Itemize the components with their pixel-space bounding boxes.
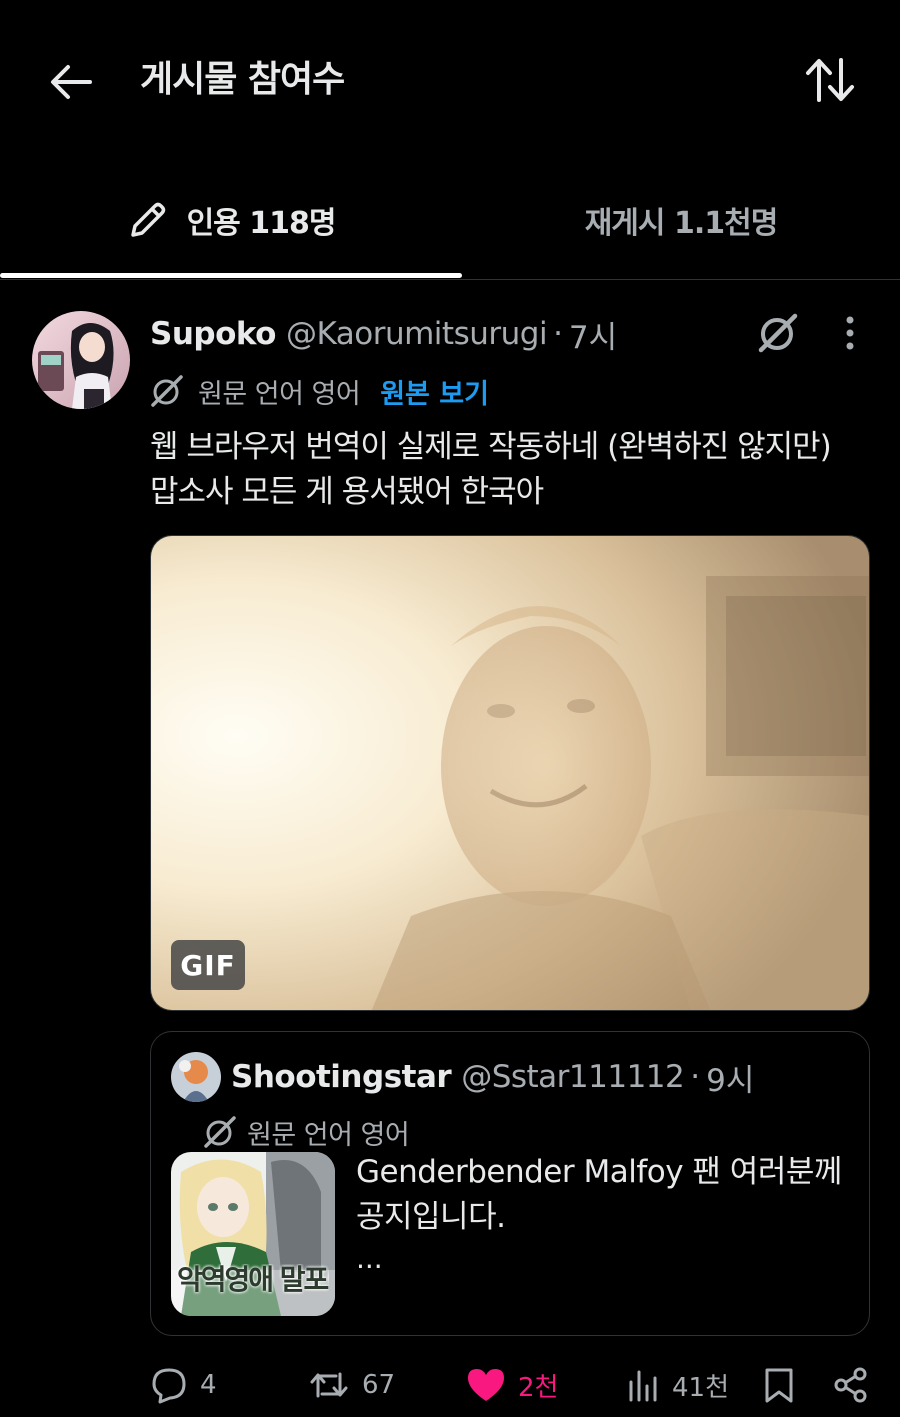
post-time[interactable]: 7시 [569, 312, 617, 357]
more-options-button[interactable] [832, 309, 868, 357]
page-title: 게시물 참여수 [140, 59, 345, 100]
quote-post[interactable]: Supoko @Kaorumitsurugi · 7시 원문 언어 영어 원본 … [0, 281, 900, 1417]
quoted-display-name: Shootingstar [231, 1059, 452, 1095]
gif-badge: GIF [171, 940, 245, 990]
tab-quotes[interactable]: 인용 118명 [0, 160, 462, 280]
views-count: 41천 [672, 1372, 730, 1403]
bookmark-button[interactable] [762, 1361, 808, 1409]
quoted-text-truncation: ... [356, 1242, 383, 1275]
quoted-translation-language: 원문 언어 영어 [247, 1119, 410, 1151]
quoted-post-card[interactable]: Shootingstar @Sstar111112 · 9시 원문 언어 영어 [150, 1031, 870, 1336]
author-display-name[interactable]: Supoko [150, 316, 276, 352]
quoted-avatar-image [171, 1052, 221, 1102]
arrow-left-icon [51, 65, 92, 99]
author-handle[interactable]: @Kaorumitsurugi [286, 316, 548, 352]
post-text: 웹 브라우저 번역이 실제로 작동하네 (완벽하진 않지만) 맙소사 모든 게 … [150, 429, 832, 510]
bookmark-icon [765, 1368, 793, 1403]
quoted-post-time: 9시 [706, 1062, 755, 1099]
engagement-tabs: 인용 118명 재게시 1.1천명 [0, 160, 900, 280]
active-tab-indicator [0, 273, 462, 278]
post-header: Supoko @Kaorumitsurugi · 7시 [150, 311, 617, 357]
sort-button[interactable] [800, 52, 860, 108]
quoted-translation-notice: 원문 언어 영어 [203, 1110, 410, 1154]
more-vertical-icon [846, 316, 854, 350]
repost-icon [310, 1372, 348, 1398]
pencil-icon [130, 202, 165, 237]
separator-dot: · [553, 316, 563, 352]
views-chart-icon [629, 1370, 657, 1402]
back-button[interactable] [44, 56, 96, 108]
views-button[interactable]: 41천 [626, 1361, 729, 1409]
like-count: 2천 [518, 1372, 559, 1403]
quoted-thumbnail[interactable]: 악역영애 말포이 [171, 1152, 335, 1316]
reply-count: 4 [200, 1370, 217, 1400]
quoted-thumbnail-caption: 악역영애 말포이 [177, 1264, 329, 1296]
grok-icon [758, 313, 798, 353]
reply-icon [152, 1368, 186, 1404]
post-actions: 4 67 2천 41천 [150, 1361, 870, 1409]
grok-button[interactable] [754, 309, 802, 357]
reply-button[interactable]: 4 [150, 1361, 217, 1409]
top-app-bar: 게시물 참여수 [0, 0, 900, 160]
avatar-image [32, 311, 130, 409]
tab-reposts-label: 재게시 1.1천명 [584, 206, 779, 241]
like-button[interactable]: 2천 [466, 1361, 558, 1409]
quoted-handle: @Sstar111112 [461, 1059, 685, 1095]
gif-media[interactable]: GIF [150, 535, 870, 1011]
heart-filled-icon [468, 1369, 504, 1401]
gif-image [151, 536, 869, 1010]
tab-reposts[interactable]: 재게시 1.1천명 [462, 160, 900, 280]
repost-button[interactable]: 67 [308, 1361, 395, 1409]
sort-arrows-icon [806, 58, 854, 102]
translation-language: 원문 언어 영어 [198, 378, 361, 410]
repost-count: 67 [362, 1370, 396, 1400]
translation-notice: 원문 언어 영어 원본 보기 [150, 369, 489, 413]
translate-icon [151, 375, 183, 407]
quoted-post-header: Shootingstar @Sstar111112 · 9시 [231, 1052, 754, 1102]
avatar[interactable] [32, 311, 130, 409]
quoted-separator-dot: · [690, 1059, 701, 1095]
share-button[interactable] [832, 1361, 882, 1409]
share-icon [834, 1367, 867, 1403]
quoted-post-text: Genderbender Malfoy 팬 여러분께 공지입니다. [356, 1154, 842, 1235]
quoted-avatar[interactable] [171, 1052, 221, 1102]
translate-icon [204, 1116, 236, 1148]
show-original-link[interactable]: 원본 보기 [380, 372, 489, 411]
tab-quotes-label: 인용 118명 [186, 206, 337, 241]
